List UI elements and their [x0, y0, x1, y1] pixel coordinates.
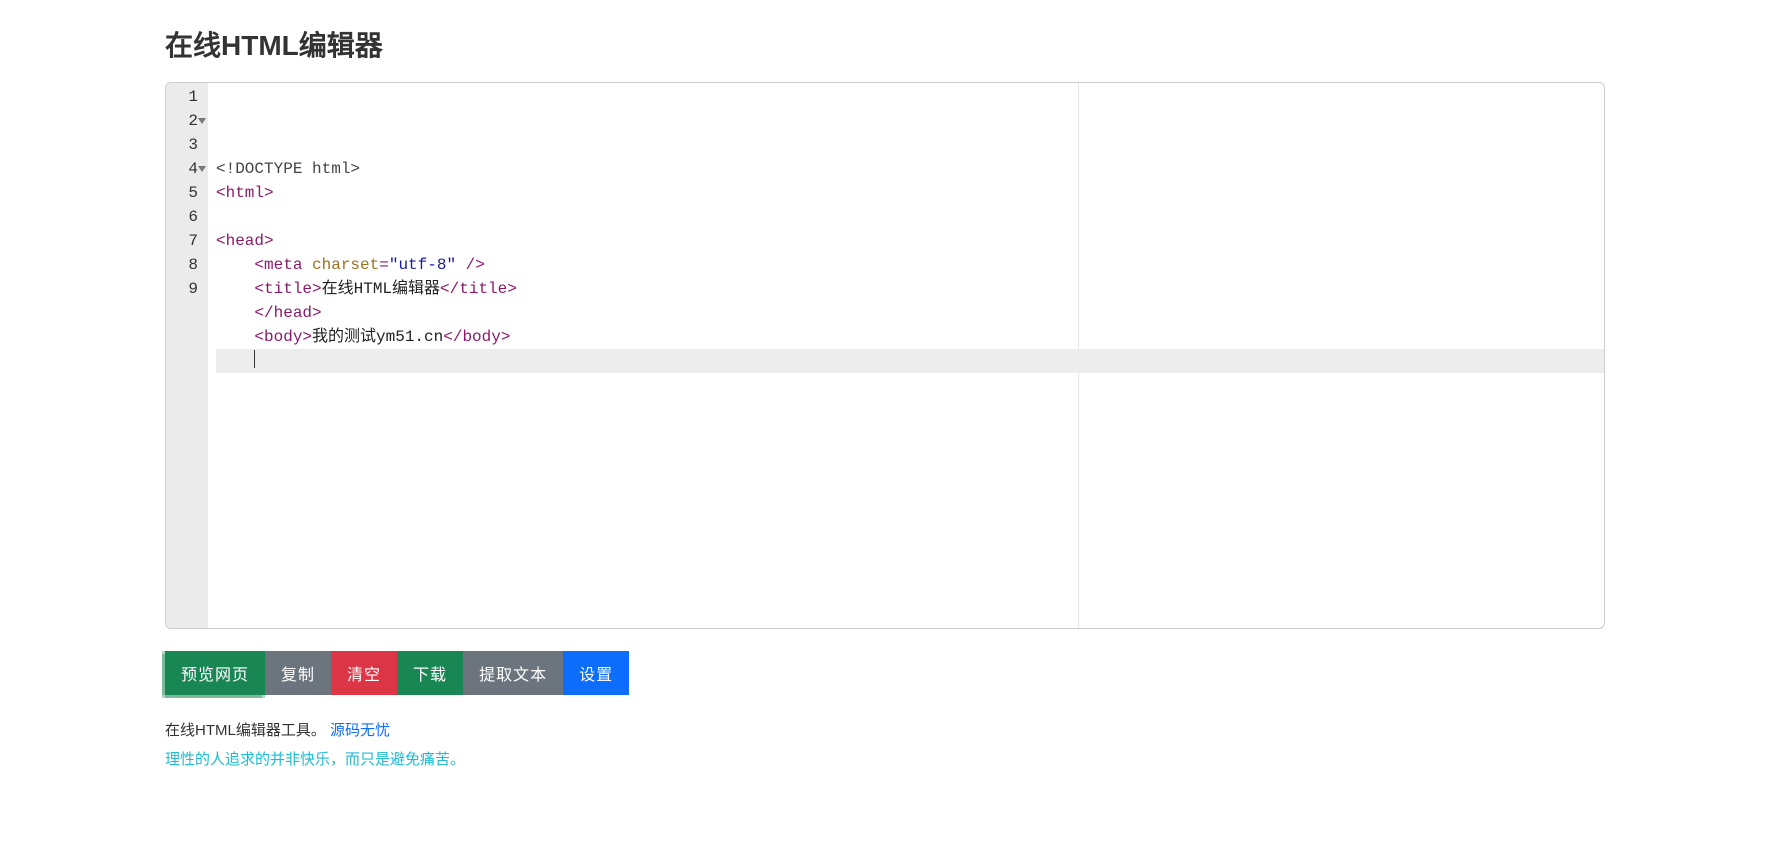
footer: 在线HTML编辑器工具。 源码无忧 理性的人追求的并非快乐，而只是避免痛苦。: [165, 717, 1605, 774]
extract-text-button[interactable]: 提取文本: [463, 651, 563, 695]
line-number: 4: [174, 157, 198, 181]
download-button[interactable]: 下载: [397, 651, 463, 695]
line-number: 1: [174, 85, 198, 109]
page-title: 在线HTML编辑器: [165, 24, 1605, 64]
preview-button[interactable]: 预览网页: [165, 651, 265, 695]
line-number: 6: [174, 205, 198, 229]
footer-description: 在线HTML编辑器工具。: [165, 722, 326, 739]
code-line[interactable]: [216, 205, 1604, 229]
code-line[interactable]: <body>我的测试ym51.cn</body>: [216, 325, 1604, 349]
code-line[interactable]: <title>在线HTML编辑器</title>: [216, 277, 1604, 301]
copy-button[interactable]: 复制: [265, 651, 331, 695]
code-editor[interactable]: 123456789 <!DOCTYPE html><html> <head> <m…: [165, 82, 1605, 629]
fold-toggle-icon[interactable]: [198, 118, 206, 124]
settings-button[interactable]: 设置: [563, 651, 629, 695]
code-line[interactable]: <!DOCTYPE html>: [216, 157, 1604, 181]
code-line[interactable]: <meta charset="utf-8" />: [216, 253, 1604, 277]
code-line[interactable]: </head>: [216, 301, 1604, 325]
toolbar: 预览网页 复制 清空 下载 提取文本 设置: [165, 651, 1605, 695]
line-number: 7: [174, 229, 198, 253]
source-link[interactable]: 源码无忧: [330, 722, 390, 739]
page-container: 在线HTML编辑器 123456789 <!DOCTYPE html><html…: [165, 0, 1605, 790]
line-number: 5: [174, 181, 198, 205]
code-line[interactable]: <head>: [216, 229, 1604, 253]
clear-button[interactable]: 清空: [331, 651, 397, 695]
line-number: 8: [174, 253, 198, 277]
line-number: 2: [174, 109, 198, 133]
editor-scrollbar[interactable]: [1594, 87, 1602, 197]
line-number: 3: [174, 133, 198, 157]
code-line[interactable]: [216, 349, 1604, 373]
fold-toggle-icon[interactable]: [198, 166, 206, 172]
code-line[interactable]: <html>: [216, 181, 1604, 205]
editor-content[interactable]: <!DOCTYPE html><html> <head> <meta charse…: [208, 83, 1604, 628]
editor-gutter: 123456789: [166, 83, 208, 628]
text-cursor: [254, 350, 255, 368]
line-number: 9: [174, 277, 198, 301]
footer-quote: 理性的人追求的并非快乐，而只是避免痛苦。: [165, 746, 1605, 775]
